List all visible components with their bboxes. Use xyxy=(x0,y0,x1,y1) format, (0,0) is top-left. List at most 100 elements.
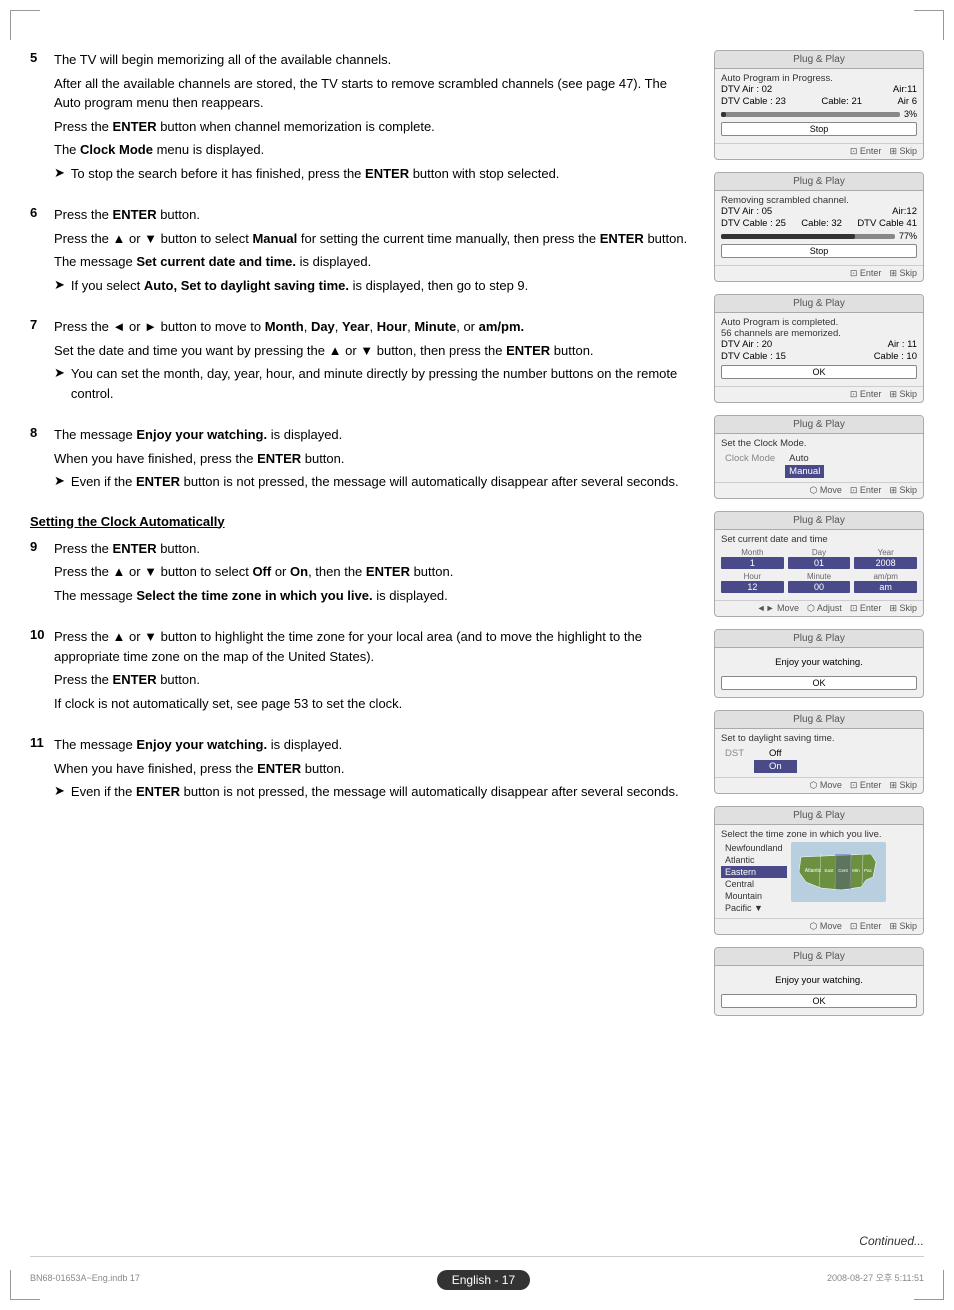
panel9-enjoy-text: Enjoy your watching. xyxy=(721,970,917,991)
panel7-on-option[interactable]: On xyxy=(754,760,797,773)
step5-note-text: To stop the search before it has finishe… xyxy=(71,164,694,184)
step7-p1: Press the ◄ or ► button to move to Month… xyxy=(54,317,694,337)
panel2-dtvcable41: DTV Cable 41 xyxy=(857,218,917,229)
panel4-skip: ⊞ Skip xyxy=(889,485,917,496)
step-content-6: Press the ENTER button. Press the ▲ or ▼… xyxy=(54,205,694,299)
panel2-stop-btn[interactable]: Stop xyxy=(721,244,917,258)
panel7-title: Plug & Play xyxy=(715,711,923,729)
panel-clock-mode: Plug & Play Set the Clock Mode. Clock Mo… xyxy=(714,415,924,499)
step6-p2: Press the ▲ or ▼ button to select Manual… xyxy=(54,229,694,249)
panel-enjoy-1: Plug & Play Enjoy your watching. OK xyxy=(714,629,924,698)
panel5-body: Set current date and time Month 1 Day 01… xyxy=(715,530,923,600)
step-9: 9 Press the ENTER button. Press the ▲ or… xyxy=(30,539,694,610)
panel1-row2: DTV Cable : 23 Cable: 21 Air 6 xyxy=(721,96,917,107)
panel3-skip: ⊞ Skip xyxy=(889,389,917,400)
panel1-progress-text: 3% xyxy=(904,109,917,119)
panel1-dtv-air-label: DTV Air : 02 xyxy=(721,84,772,95)
panel1-progress-bar xyxy=(721,112,726,117)
note-arrow-8: ➤ xyxy=(54,473,65,492)
panel5-ampm-val: am xyxy=(854,581,917,593)
footer-bottom: BN68-01653A~Eng.indb 17 English - 17 200… xyxy=(30,1265,924,1290)
panel3-air11: Air : 11 xyxy=(888,339,917,350)
tz-central[interactable]: Central xyxy=(721,878,787,890)
panel4-manual-option[interactable]: Manual xyxy=(785,465,824,478)
tz-pacific[interactable]: Pacific ▼ xyxy=(721,902,787,914)
panel7-off-option[interactable]: Off xyxy=(754,747,797,760)
note-arrow-11: ➤ xyxy=(54,783,65,802)
step11-p2: When you have finished, press the ENTER … xyxy=(54,759,694,779)
step6-p3: The message Set current date and time. i… xyxy=(54,252,694,272)
panel-timezone: Plug & Play Select the time zone in whic… xyxy=(714,806,924,935)
panel2-progress-row: 77% xyxy=(721,231,917,241)
panel-dst: Plug & Play Set to daylight saving time.… xyxy=(714,710,924,794)
step7-note-text: You can set the month, day, year, hour, … xyxy=(71,364,694,403)
panel5-row1: Month 1 Day 01 Year 2008 xyxy=(721,548,917,569)
page-number-center: English - 17 xyxy=(437,1270,530,1290)
panel5-move: ◄► Move xyxy=(757,603,799,614)
step5-p3: Press the ENTER button when channel memo… xyxy=(54,117,694,137)
panel4-line1: Set the Clock Mode. xyxy=(721,438,917,449)
panel-auto-program-1: Plug & Play Auto Program in Progress. DT… xyxy=(714,50,924,160)
panel2-air12: Air:12 xyxy=(892,206,917,217)
panel5-row2: Hour 12 Minute 00 am/pm am xyxy=(721,572,917,593)
panel8-enter: ⊡ Enter xyxy=(850,921,882,932)
panel1-stop-btn[interactable]: Stop xyxy=(721,122,917,136)
tz-eastern[interactable]: Eastern xyxy=(721,866,787,878)
panel3-enter: ⊡ Enter xyxy=(850,389,882,400)
panel3-cable10: Cable : 10 xyxy=(874,351,917,362)
panel1-progress-bar-container xyxy=(721,112,900,117)
panel8-footer: ⬡ Move ⊡ Enter ⊞ Skip xyxy=(715,918,923,934)
step6-note-text: If you select Auto, Set to daylight savi… xyxy=(71,276,694,296)
panel7-body: Set to daylight saving time. DST Off On xyxy=(715,729,923,777)
panel7-options-row: DST Off On xyxy=(721,747,917,773)
panel4-footer: ⬡ Move ⊡ Enter ⊞ Skip xyxy=(715,482,923,498)
step9-p2: Press the ▲ or ▼ button to select Off or… xyxy=(54,562,694,582)
panel4-auto-option[interactable]: Auto xyxy=(785,452,824,465)
panel-auto-program-2: Plug & Play Removing scrambled channel. … xyxy=(714,172,924,282)
panel5-title: Plug & Play xyxy=(715,512,923,530)
panel9-ok-btn[interactable]: OK xyxy=(721,994,917,1008)
panel3-ok-btn[interactable]: OK xyxy=(721,365,917,379)
tz-mountain[interactable]: Mountain xyxy=(721,890,787,902)
panel8-move: ⬡ Move xyxy=(810,921,842,932)
panel2-progress-text: 77% xyxy=(899,231,917,241)
panel2-body: Removing scrambled channel. DTV Air : 05… xyxy=(715,191,923,265)
panel4-move: ⬡ Move xyxy=(810,485,842,496)
panel1-air11: Air:11 xyxy=(893,84,917,95)
panel1-row1: DTV Air : 02 Air:11 xyxy=(721,84,917,95)
step-number-11: 11 xyxy=(30,735,46,806)
note-arrow-7: ➤ xyxy=(54,365,65,403)
svg-text:Mtn: Mtn xyxy=(852,868,860,873)
panel7-dst-label: DST xyxy=(721,747,748,773)
step-number-7: 7 xyxy=(30,317,46,407)
step-content-9: Press the ENTER button. Press the ▲ or ▼… xyxy=(54,539,694,610)
panel2-row2: DTV Cable : 25 Cable: 32 DTV Cable 41 xyxy=(721,218,917,229)
tz-newfoundland[interactable]: Newfoundland xyxy=(721,842,787,854)
tz-atlantic[interactable]: Atlantic xyxy=(721,854,787,866)
panel5-minute-val: 00 xyxy=(788,581,851,593)
panel5-minute: Minute 00 xyxy=(788,572,851,593)
panel6-body: Enjoy your watching. OK xyxy=(715,648,923,697)
main-layout: 5 The TV will begin memorizing all of th… xyxy=(30,50,924,1022)
panel5-ampm: am/pm am xyxy=(854,572,917,593)
panel3-air-label: DTV Air : 20 xyxy=(721,339,772,350)
step7-note: ➤ You can set the month, day, year, hour… xyxy=(54,364,694,403)
corner-tl xyxy=(10,10,40,40)
step-6: 6 Press the ENTER button. Press the ▲ or… xyxy=(30,205,694,299)
left-column: 5 The TV will begin memorizing all of th… xyxy=(30,50,694,1022)
svg-text:Pac: Pac xyxy=(864,868,873,873)
panel2-row1: DTV Air : 05 Air:12 xyxy=(721,206,917,217)
panel3-row2: DTV Cable : 15 Cable : 10 xyxy=(721,351,917,362)
step9-p1: Press the ENTER button. xyxy=(54,539,694,559)
svg-text:East: East xyxy=(824,868,834,873)
step-number-5: 5 xyxy=(30,50,46,187)
panel6-ok-btn[interactable]: OK xyxy=(721,676,917,690)
panel4-options-row: Clock Mode Auto Manual xyxy=(721,452,917,478)
panel1-cable-label: DTV Cable : 23 xyxy=(721,96,786,107)
step8-note: ➤ Even if the ENTER button is not presse… xyxy=(54,472,694,492)
panel7-line1: Set to daylight saving time. xyxy=(721,733,917,744)
step5-p1: The TV will begin memorizing all of the … xyxy=(54,50,694,70)
panel5-day-val: 01 xyxy=(788,557,851,569)
panel7-move: ⬡ Move xyxy=(810,780,842,791)
panel2-line1: Removing scrambled channel. xyxy=(721,195,917,206)
